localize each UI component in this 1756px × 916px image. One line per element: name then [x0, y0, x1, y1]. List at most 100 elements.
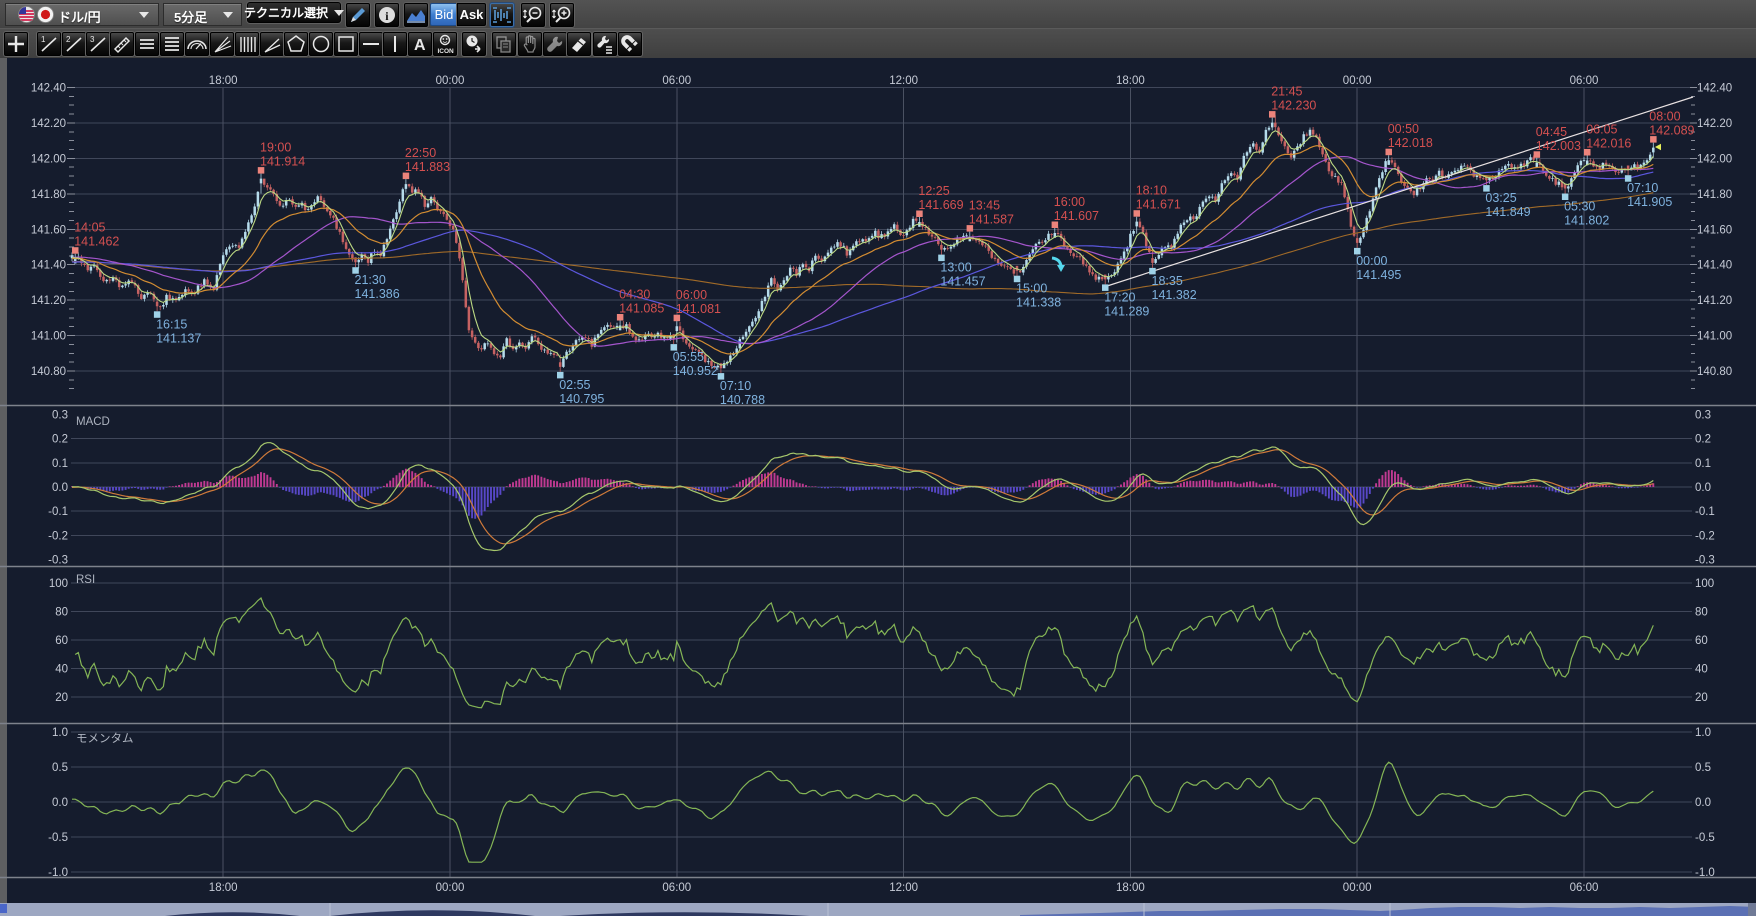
svg-text:142.016: 142.016: [1586, 137, 1631, 151]
svg-text:04:30: 04:30: [619, 288, 650, 302]
svg-text:100: 100: [1695, 578, 1714, 590]
svg-text:142.018: 142.018: [1388, 136, 1433, 150]
svg-text:-0.2: -0.2: [1695, 530, 1715, 542]
svg-text:08:00: 08:00: [1649, 110, 1680, 124]
svg-text:21:30: 21:30: [355, 273, 386, 287]
svg-text:140.952: 140.952: [673, 364, 718, 378]
svg-text:05:55: 05:55: [673, 350, 704, 364]
svg-text:141.60: 141.60: [1697, 224, 1732, 236]
svg-text:80: 80: [55, 607, 68, 619]
svg-text:140.80: 140.80: [1697, 366, 1732, 378]
svg-text:07:10: 07:10: [720, 379, 751, 393]
svg-text:00:00: 00:00: [436, 882, 465, 894]
svg-text:141.60: 141.60: [31, 224, 66, 236]
svg-text:1: 1: [41, 35, 46, 44]
svg-text:07:10: 07:10: [1627, 181, 1658, 195]
svg-text:141.80: 141.80: [31, 189, 66, 201]
svg-text:0.1: 0.1: [1695, 458, 1711, 470]
svg-text:20: 20: [55, 692, 68, 704]
svg-text:-0.1: -0.1: [48, 506, 68, 518]
svg-text:141.137: 141.137: [156, 331, 201, 345]
svg-text:15:00: 15:00: [1016, 282, 1047, 296]
svg-text:141.289: 141.289: [1104, 304, 1149, 318]
svg-text:141.669: 141.669: [918, 198, 963, 212]
svg-text:12:00: 12:00: [889, 75, 918, 87]
svg-text:141.495: 141.495: [1356, 268, 1401, 282]
svg-text:06:05: 06:05: [1586, 123, 1617, 137]
svg-text:60: 60: [1695, 635, 1708, 647]
svg-text:03:25: 03:25: [1485, 191, 1516, 205]
svg-text:0.2: 0.2: [52, 434, 68, 446]
svg-text:06:00: 06:00: [662, 882, 691, 894]
svg-text:18:10: 18:10: [1136, 184, 1167, 198]
svg-text:0.5: 0.5: [1695, 762, 1711, 774]
svg-text:80: 80: [1695, 607, 1708, 619]
svg-text:141.457: 141.457: [940, 275, 985, 289]
svg-text:141.081: 141.081: [676, 302, 721, 316]
svg-text:2: 2: [66, 35, 71, 44]
svg-text:-0.5: -0.5: [48, 832, 68, 844]
svg-text:1.0: 1.0: [1695, 727, 1711, 739]
svg-text:141.587: 141.587: [969, 213, 1014, 227]
svg-text:141.20: 141.20: [1697, 295, 1732, 307]
svg-text:05:30: 05:30: [1564, 200, 1595, 214]
svg-text:18:35: 18:35: [1152, 274, 1183, 288]
svg-text:18:00: 18:00: [209, 882, 238, 894]
svg-text:12:00: 12:00: [889, 882, 918, 894]
svg-text:141.00: 141.00: [31, 331, 66, 343]
svg-text:141.914: 141.914: [260, 155, 305, 169]
svg-text:21:45: 21:45: [1271, 85, 1302, 99]
svg-text:141.671: 141.671: [1136, 198, 1181, 212]
svg-text:-0.3: -0.3: [48, 555, 68, 567]
svg-text:141.883: 141.883: [405, 160, 450, 174]
svg-text:142.40: 142.40: [31, 83, 66, 95]
svg-text:16:00: 16:00: [1054, 195, 1085, 209]
svg-text:1.0: 1.0: [52, 727, 68, 739]
svg-text:13:00: 13:00: [940, 261, 971, 275]
svg-text:142.230: 142.230: [1271, 99, 1316, 113]
svg-text:3: 3: [90, 35, 95, 44]
svg-text:00:50: 00:50: [1388, 122, 1419, 136]
svg-text:0.1: 0.1: [52, 458, 68, 470]
svg-text:0.5: 0.5: [52, 762, 68, 774]
svg-text:142.089: 142.089: [1649, 124, 1694, 138]
svg-text:141.085: 141.085: [619, 302, 664, 316]
svg-text:06:00: 06:00: [676, 288, 707, 302]
svg-text:141.607: 141.607: [1054, 209, 1099, 223]
svg-text:00:00: 00:00: [1343, 75, 1372, 87]
svg-text:ICON: ICON: [438, 48, 455, 55]
svg-text:06:00: 06:00: [1570, 882, 1599, 894]
svg-text:18:00: 18:00: [209, 75, 238, 87]
svg-text:142.00: 142.00: [31, 153, 66, 165]
svg-text:MACD: MACD: [76, 416, 110, 428]
svg-text:-1.0: -1.0: [1695, 867, 1715, 879]
svg-text:-0.5: -0.5: [1695, 832, 1715, 844]
svg-text:40: 40: [1695, 664, 1708, 676]
svg-text:06:00: 06:00: [1570, 75, 1599, 87]
svg-text:0.2: 0.2: [1695, 434, 1711, 446]
svg-text:-0.2: -0.2: [48, 530, 68, 542]
svg-text:141.20: 141.20: [31, 295, 66, 307]
svg-text:142.20: 142.20: [31, 118, 66, 130]
svg-text:142.003: 142.003: [1536, 139, 1581, 153]
svg-text:142.20: 142.20: [1697, 118, 1732, 130]
svg-text:0.3: 0.3: [1695, 409, 1711, 421]
svg-text:141.905: 141.905: [1627, 195, 1672, 209]
svg-text:141.80: 141.80: [1697, 189, 1732, 201]
svg-text:0.0: 0.0: [52, 482, 68, 494]
svg-text:14:05: 14:05: [74, 221, 105, 235]
svg-text:17:20: 17:20: [1104, 290, 1135, 304]
svg-text:141.40: 141.40: [1697, 260, 1732, 272]
svg-text:02:55: 02:55: [559, 378, 590, 392]
svg-text:20: 20: [1695, 692, 1708, 704]
svg-text:142.40: 142.40: [1697, 83, 1732, 95]
svg-text:12:25: 12:25: [918, 184, 949, 198]
svg-text:141.00: 141.00: [1697, 331, 1732, 343]
svg-text:00:00: 00:00: [436, 75, 465, 87]
svg-text:-0.3: -0.3: [1695, 555, 1715, 567]
svg-text:18:00: 18:00: [1116, 75, 1145, 87]
svg-text:モメンタム: モメンタム: [76, 732, 134, 745]
svg-text:22:50: 22:50: [405, 146, 436, 160]
svg-text:60: 60: [55, 635, 68, 647]
svg-text:142.00: 142.00: [1697, 153, 1732, 165]
